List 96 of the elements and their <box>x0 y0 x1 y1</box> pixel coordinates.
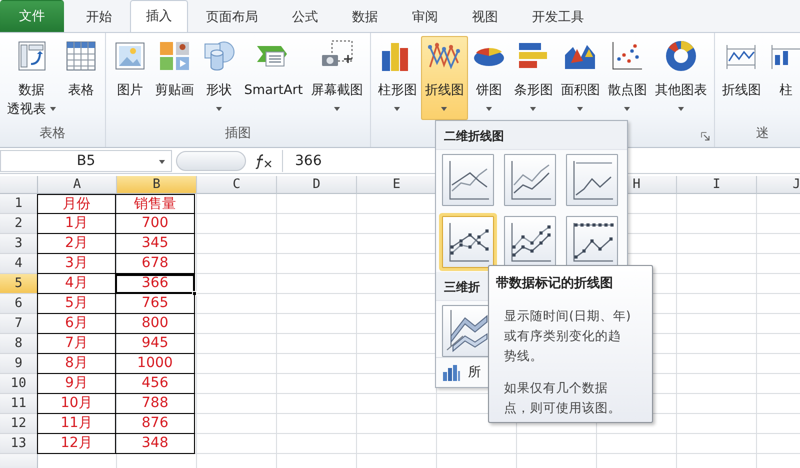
ribbon-tab[interactable]: 页面布局 <box>190 2 274 32</box>
tooltip-title: 带数据标记的折线图 <box>496 275 614 293</box>
table-cell: 765 <box>115 294 195 314</box>
row-header[interactable]: 6 <box>0 294 38 314</box>
table-cell: 3月 <box>37 254 116 274</box>
table-cell: 678 <box>115 254 195 274</box>
column-header[interactable]: I <box>677 176 757 194</box>
table-cell: 1000 <box>115 354 195 374</box>
table-cell: 10月 <box>37 394 116 414</box>
ribbon-button[interactable]: 图片 <box>109 36 152 120</box>
ribbon-button[interactable]: 饼图 <box>468 36 510 120</box>
table-cell: 6月 <box>37 314 116 334</box>
table-cell: 8月 <box>37 354 116 374</box>
group-label: 迷 <box>754 125 770 143</box>
ribbon-button[interactable]: 面积图 <box>556 36 604 120</box>
group-label: 插图 <box>224 125 252 143</box>
ribbon-button[interactable]: 其他图表 <box>650 36 711 120</box>
shapes-icon <box>202 39 236 73</box>
ribbon-button[interactable]: 表格 <box>60 36 102 120</box>
ribbon-button[interactable]: 数据 透视表 <box>3 36 60 120</box>
table-cell: 5月 <box>37 294 116 314</box>
row-header[interactable]: 10 <box>0 374 38 394</box>
ribbon-button[interactable]: 屏幕截图 <box>306 36 367 120</box>
table-cell: 345 <box>115 234 195 254</box>
resize-handle[interactable] <box>176 151 246 171</box>
ribbon-button[interactable]: 条形图 <box>510 36 557 120</box>
ribbon-tab[interactable]: 公式 <box>276 2 334 32</box>
row-header[interactable]: 8 <box>0 334 38 354</box>
section-header: 二维折线图 <box>436 121 627 150</box>
column-header[interactable]: A <box>38 176 117 194</box>
ribbon-tab[interactable]: 开发工具 <box>516 2 600 32</box>
name-box[interactable]: B5 <box>0 150 172 172</box>
fill-handle[interactable] <box>192 291 197 296</box>
row-header[interactable]: 11 <box>0 394 38 414</box>
chart-type-option[interactable] <box>442 216 494 268</box>
ribbon-button[interactable]: 剪贴画 <box>151 36 198 120</box>
insert-function-icon[interactable] <box>254 153 274 169</box>
table-cell: 12月 <box>37 434 116 454</box>
clip-art-icon <box>158 39 192 73</box>
table-cell: 788 <box>115 394 195 414</box>
bar-chart-icon <box>442 364 460 380</box>
row-header[interactable]: 1 <box>0 194 38 214</box>
table-cell: 4月 <box>37 274 116 294</box>
ribbon-tab[interactable]: 插入 <box>130 0 188 32</box>
ribbon-button[interactable]: 柱 <box>764 36 800 120</box>
ribbon-button[interactable]: 折线图 <box>420 36 468 120</box>
ribbon-button[interactable]: 散点图 <box>604 36 651 120</box>
table-cell: 月份 <box>37 194 116 214</box>
row-header[interactable]: 12 <box>0 414 38 434</box>
chart-type-option[interactable] <box>566 216 618 268</box>
table-cell: 11月 <box>37 414 116 434</box>
ribbon-tab[interactable]: 审阅 <box>396 2 454 32</box>
table-cell: 700 <box>115 214 195 234</box>
ribbon-tab[interactable]: 开始 <box>70 2 128 32</box>
tooltip-text: 显示随时间(日期、年)或有序类别变化的趋势线。 <box>504 306 632 364</box>
row-header[interactable]: 4 <box>0 254 38 274</box>
chart-type-option[interactable] <box>504 154 556 206</box>
row-header[interactable]: 9 <box>0 354 38 374</box>
caret-icon <box>159 160 165 164</box>
chart-type-option[interactable] <box>442 154 494 206</box>
ribbon-tab[interactable]: 视图 <box>456 2 514 32</box>
all-chart-types-link[interactable]: 所 <box>468 362 481 382</box>
row-header[interactable]: 2 <box>0 214 38 234</box>
column-header[interactable]: D <box>277 176 357 194</box>
table-cell: 945 <box>115 334 195 354</box>
table-cell: 876 <box>115 414 195 434</box>
donut-chart-icon <box>664 39 698 73</box>
row-header[interactable]: 13 <box>0 434 38 454</box>
table-cell: 7月 <box>37 334 116 354</box>
chart-type-option[interactable] <box>504 216 556 268</box>
table-cell: 销售量 <box>115 194 195 214</box>
column-header[interactable]: E <box>357 176 437 194</box>
row-header[interactable]: 7 <box>0 314 38 334</box>
group-label: 表格 <box>38 125 67 143</box>
dialog-launcher-icon[interactable] <box>700 132 710 141</box>
table-icon <box>64 39 98 73</box>
ribbon-tab[interactable]: 数据 <box>336 2 394 32</box>
tooltip-text: 如果仅有几个数据点，则可使用该图。 <box>504 378 622 416</box>
ribbon-button[interactable]: 形状 <box>198 36 240 120</box>
ribbon-button[interactable]: 折线图 <box>718 36 765 120</box>
column-header[interactable]: J <box>757 176 800 194</box>
chart-type-option[interactable] <box>566 154 618 206</box>
table-cell: 1月 <box>37 214 116 234</box>
table-cell: 800 <box>115 314 195 334</box>
table-cell: 348 <box>115 434 195 454</box>
column-header[interactable]: C <box>197 176 277 194</box>
row-header[interactable]: 3 <box>0 234 38 254</box>
table-cell: 366 <box>115 274 195 294</box>
file-tab[interactable]: 文件 <box>0 0 64 32</box>
table-cell: 2月 <box>37 234 116 254</box>
column-header[interactable]: B <box>117 176 197 194</box>
table-cell: 456 <box>115 374 195 394</box>
ribbon-button[interactable]: SmartArt <box>240 36 307 120</box>
ribbon-button[interactable]: 柱形图 <box>374 36 421 120</box>
table-cell: 9月 <box>37 374 116 394</box>
row-header[interactable]: 5 <box>0 274 38 294</box>
